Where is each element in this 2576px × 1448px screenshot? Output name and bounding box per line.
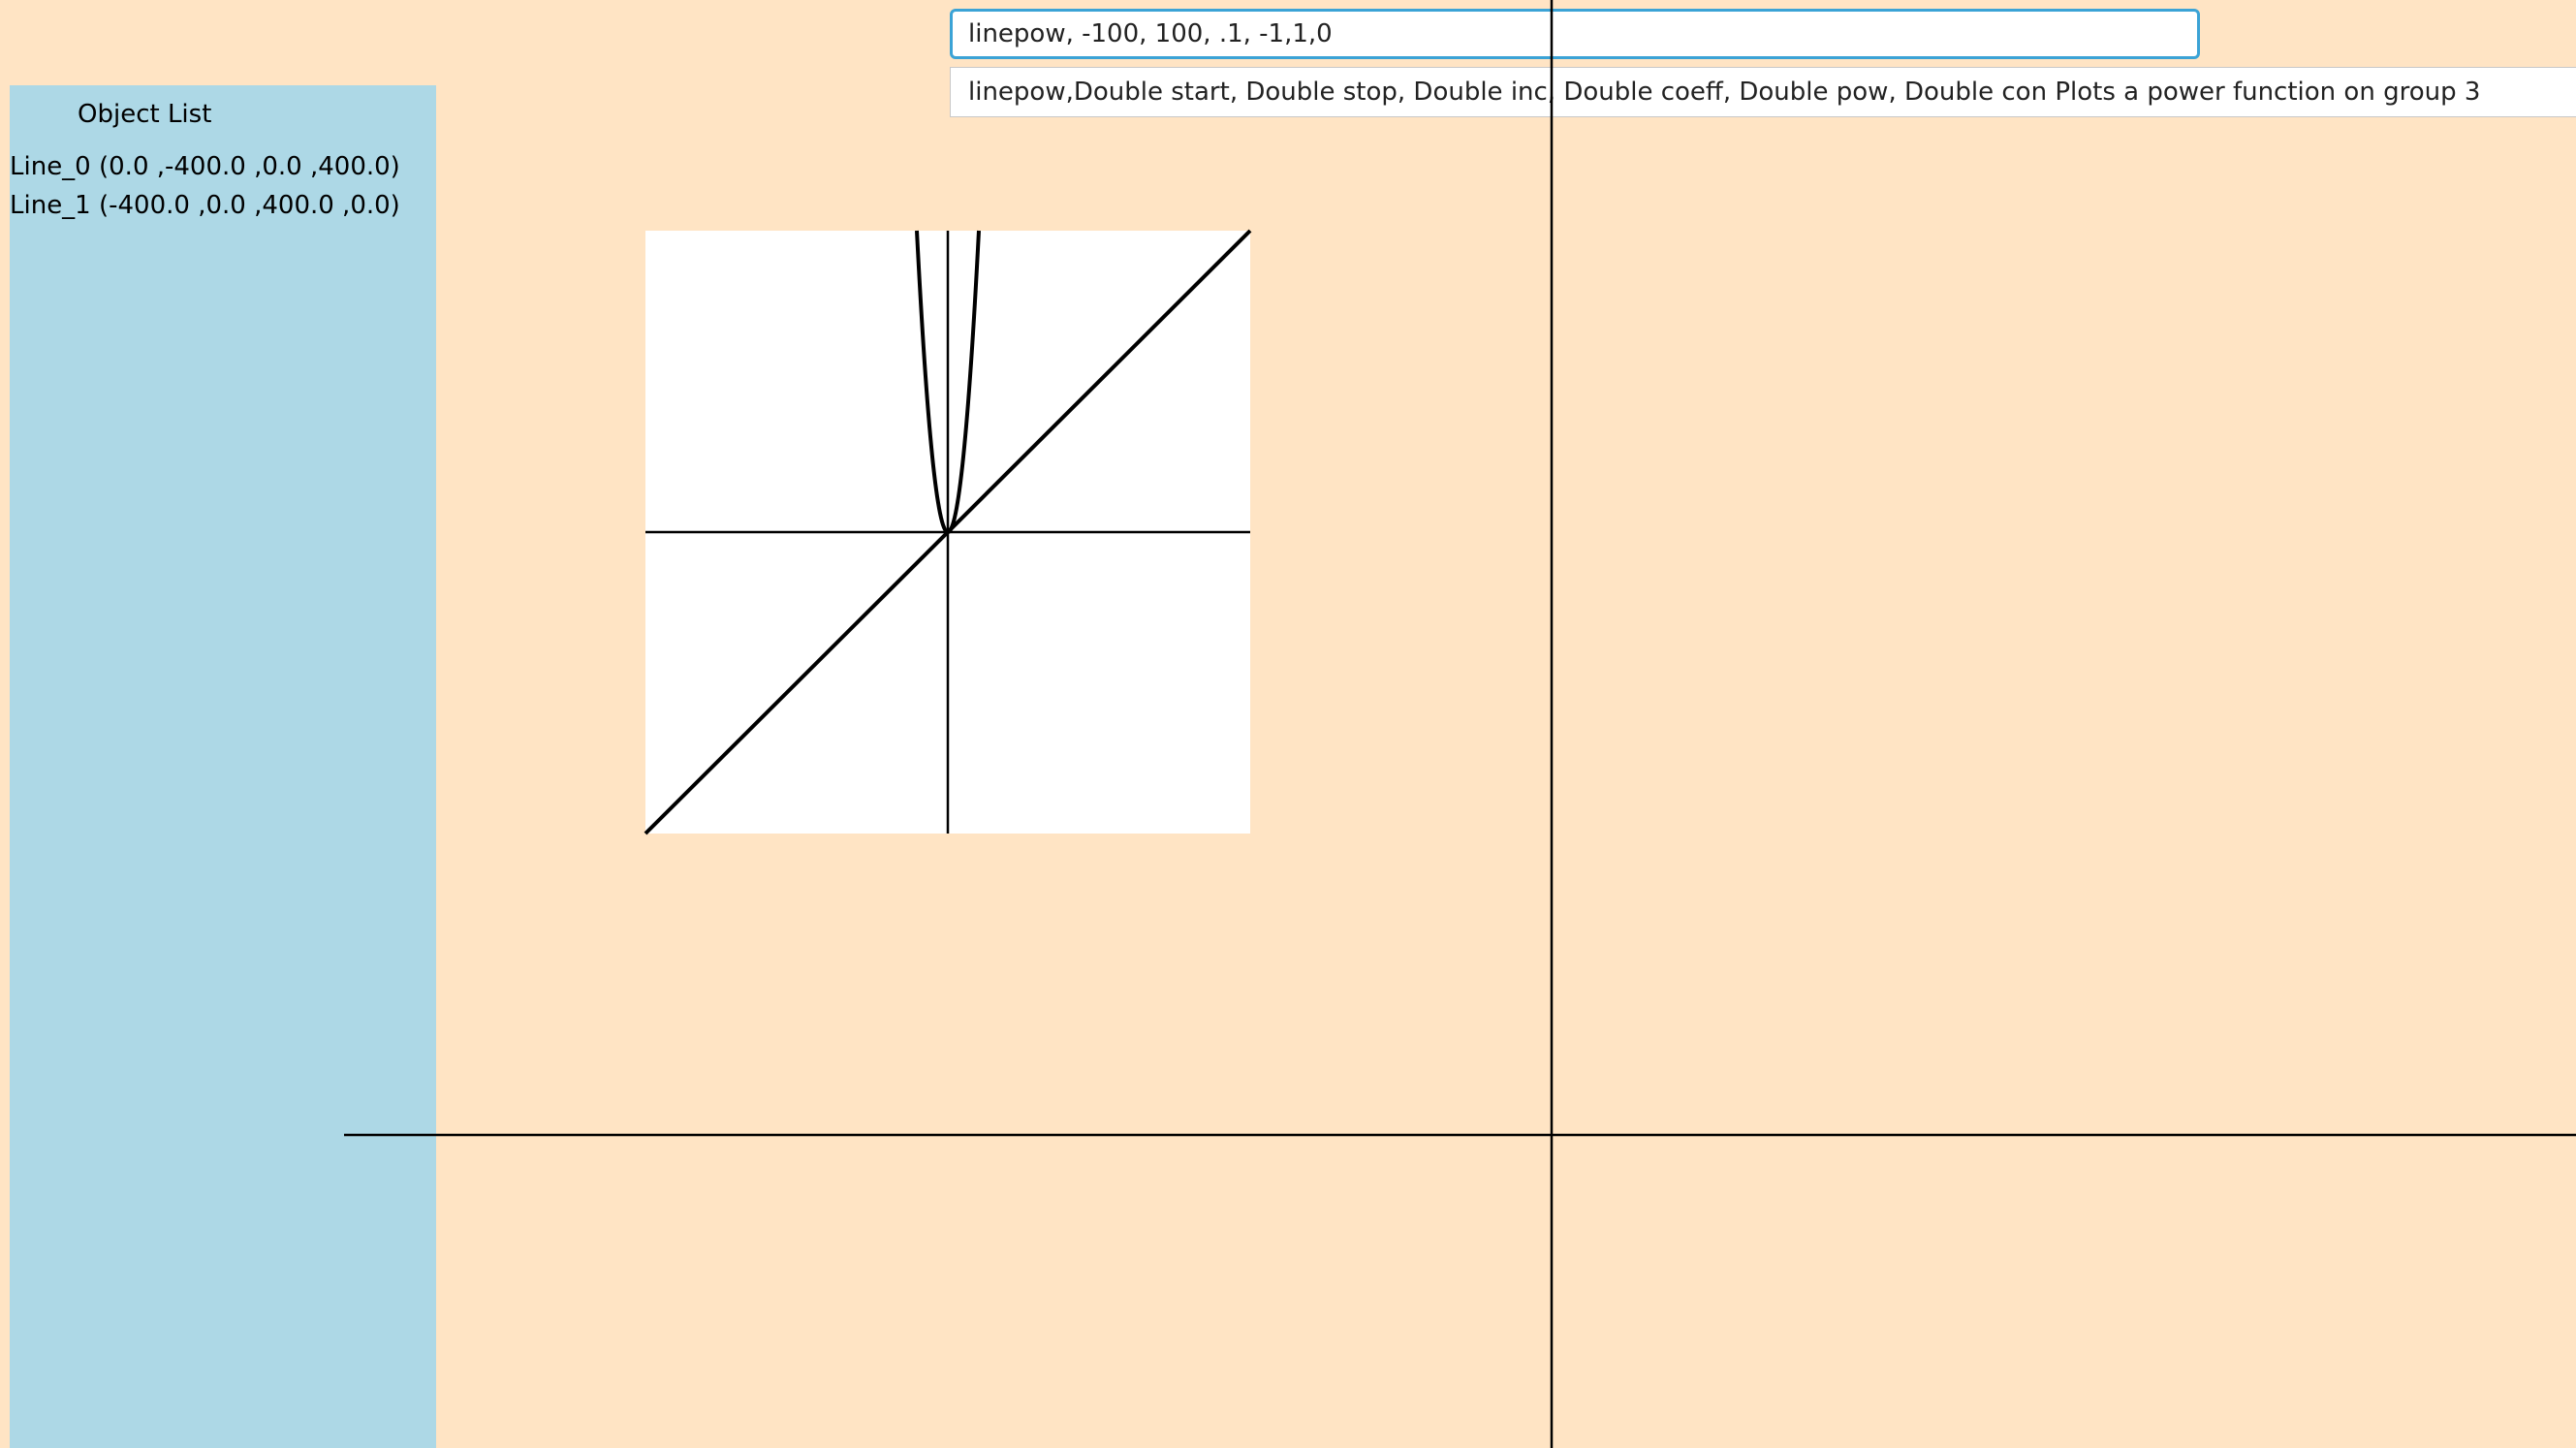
list-item-line-0[interactable]: Line_0 (0.0 ,-400.0 ,0.0 ,400.0) [10, 147, 400, 186]
object-list-panel: Object List Line_0 (0.0 ,-400.0 ,0.0 ,40… [10, 85, 436, 1448]
object-list-title: Object List [78, 100, 212, 129]
list-item-line-1[interactable]: Line_1 (-400.0 ,0.0 ,400.0 ,0.0) [10, 186, 400, 225]
plot-panel [644, 229, 1252, 835]
command-help-text: linepow,Double start, Double stop, Doubl… [950, 67, 2576, 117]
command-input[interactable] [950, 9, 2200, 59]
object-list-items: Line_0 (0.0 ,-400.0 ,0.0 ,400.0) Line_1 … [10, 147, 400, 225]
